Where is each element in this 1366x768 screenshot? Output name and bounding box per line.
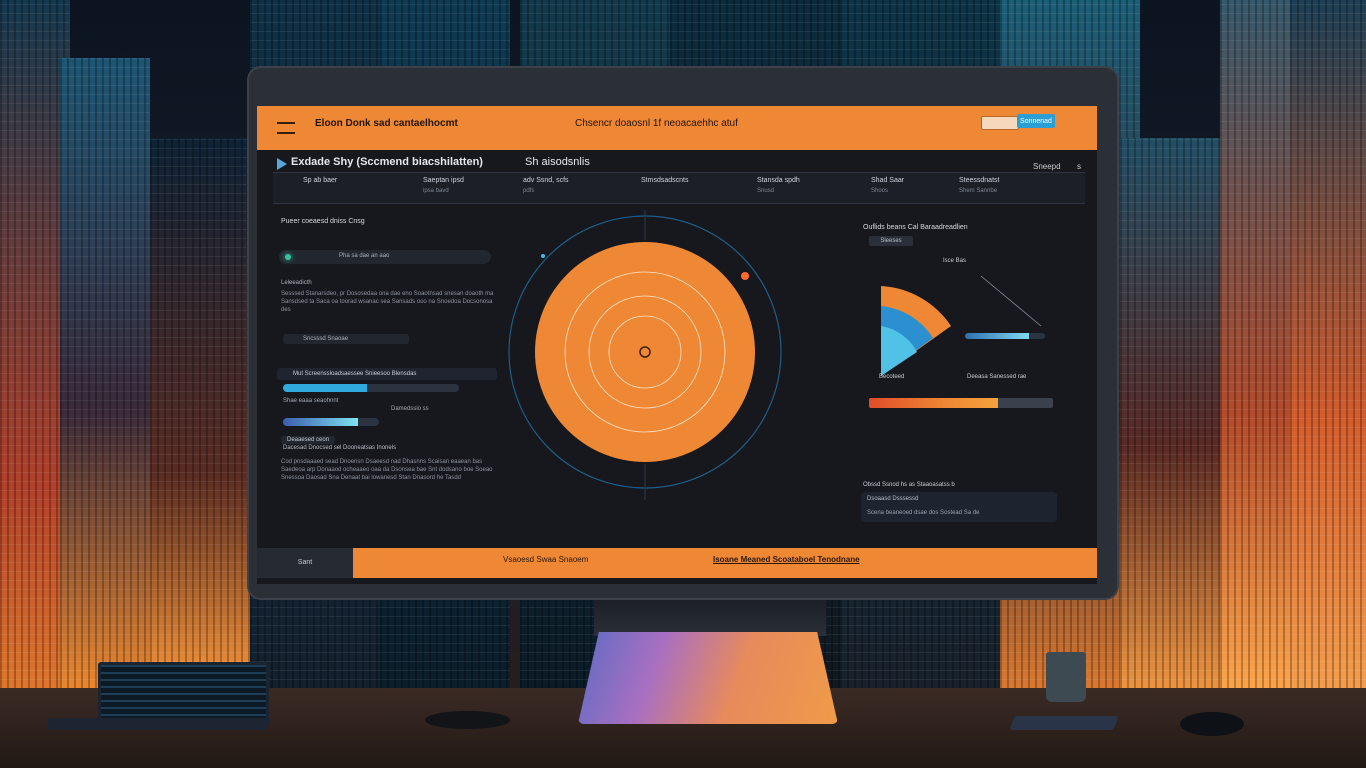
stat-label: Shem Sannbe: [959, 188, 998, 194]
info-card-line-2: Scena beaneoed dsae dos Sostead Sa de: [867, 510, 980, 516]
progress-bar-2-fill: [283, 418, 358, 426]
small-progress-bar: [965, 333, 1045, 339]
stat-value: Shad Saar: [871, 177, 905, 184]
page-title: Exdade Shy (Sccmend biacshilatten): [291, 156, 483, 168]
left-panel: Pueer coeaesd dniss Cnsg Pha sa dae an a…: [273, 218, 507, 508]
info-card: Obssd Ssnod hs as Staaoasatss b Dsoaasd …: [857, 482, 1067, 542]
section-label: Leleeadicth: [281, 280, 312, 286]
stat-value: Stmsdsadscnts: [641, 177, 689, 184]
stat-value: Sp ab baer: [303, 177, 338, 184]
small-progress-bar-fill: [965, 333, 1029, 339]
progress-caption: Shae eaaa seaohnnt: [283, 398, 339, 404]
right-panel-tag[interactable]: Sleeses: [869, 236, 913, 246]
top-bar-title: Chsencr doaosnl 1f neoacaehhc atuf: [575, 118, 738, 129]
stat-value: Saeptan ipsd: [423, 177, 464, 184]
gradient-progress-bar: [869, 398, 1053, 408]
page-header: Exdade Shy (Sccmend biacshilatten) Sh ai…: [273, 154, 1085, 204]
bottom-main-bar: Vsaoesd Swaa Snaoem Isoane Meaned Scoata…: [353, 548, 1097, 578]
stat-item[interactable]: Saeptan ipsd ipsa bavd: [423, 177, 464, 194]
stat-item[interactable]: adv Ssnd, scfs pdfs: [523, 177, 569, 194]
stat-item[interactable]: Steessdnatst Shem Sannbe: [959, 177, 999, 194]
stat-label: Shoos: [871, 188, 889, 194]
info-card-line: Dsoaasd Dsssessd: [867, 496, 919, 502]
laptop-base: [48, 718, 268, 730]
screen: Eloon Donk sad cantaelhocmt Chsencr doao…: [257, 106, 1097, 584]
stat-item[interactable]: Stansda spdh Snusd: [757, 177, 800, 194]
status-dot-icon: [285, 254, 291, 260]
bottom-bar: Sant Vsaoesd Swaa Snaoem Isoane Meaned S…: [257, 548, 1097, 584]
action-link[interactable]: Sncsssd Snaoae: [283, 334, 409, 344]
menu-icon[interactable]: [277, 122, 295, 134]
gradient-progress-bar-fill: [869, 398, 998, 408]
status-chip-label: Pha sa dae an aao: [339, 253, 390, 259]
play-icon: [277, 158, 287, 170]
stat-label: ipsa bavd: [423, 188, 449, 194]
fan-chart: [881, 275, 1042, 376]
monitor-stand-neck: [594, 596, 826, 636]
description-text: Sesssed Stanarsdeo, pr Dososedaa ona dae…: [281, 291, 494, 313]
stat-label: pdfs: [523, 188, 535, 194]
building: [150, 138, 250, 698]
laptop-screen: [98, 662, 269, 726]
chart-label: Isce Bas: [943, 258, 967, 264]
building: [1290, 0, 1366, 698]
description-text-2: Cod pnsdaaaed sead Dnoensn Dsaeesd nad D…: [281, 459, 493, 481]
glow-marker-icon: [541, 254, 545, 258]
bottom-left-button[interactable]: Sant: [257, 548, 353, 578]
stat-item[interactable]: Sp ab baer: [303, 177, 337, 188]
pointer-line: [980, 275, 1042, 327]
radar-visual: [505, 210, 785, 500]
brand-name[interactable]: Eloon Donk sad cantaelhocmt: [315, 118, 458, 129]
building: [1220, 0, 1300, 698]
section-header[interactable]: Mut Screenssloadsaessee Snieesoo Blensda…: [277, 368, 497, 380]
chart-label-left: Becoteed: [879, 374, 905, 380]
info-card-title: Obssd Ssnod hs as Staaoasatss b: [863, 482, 955, 488]
stat-value: Steessdnatst: [959, 177, 1000, 184]
stat-label: Snusd: [757, 188, 775, 194]
bottom-text: Vsaoesd Swaa Snaoem: [503, 555, 589, 564]
progress-caption-right: Damedssio ss: [391, 406, 429, 412]
stats-bar: Sp ab baer Saeptan ipsd ipsa bavd adv Ssn…: [273, 172, 1085, 204]
radar-svg: [508, 210, 782, 500]
progress-bar-fill: [283, 384, 368, 392]
orange-disc: [535, 242, 755, 462]
stat-item[interactable]: Stmsdsadscnts: [641, 177, 688, 188]
progress-bar: [283, 384, 459, 392]
desk-puck: [425, 711, 510, 729]
stat-value: adv Ssnd, scfs: [523, 177, 569, 184]
search-input[interactable]: [981, 116, 1019, 130]
monitor-stand-foot: [578, 632, 838, 724]
subsection-label: Deaaesed ceon: [281, 436, 336, 444]
primary-button[interactable]: Sonnenad: [1017, 114, 1055, 128]
right-panel: Ouflids beans Cal Baraadreadlien Sleeses…: [841, 206, 1091, 506]
progress-bar-2: [283, 418, 379, 426]
mouse: [1180, 712, 1244, 736]
building: [1120, 138, 1230, 698]
glow-marker-icon: [741, 272, 749, 280]
left-panel-title: Pueer coeaesd dniss Cnsg: [281, 218, 365, 225]
mug: [1046, 652, 1086, 702]
header-right-label-2[interactable]: s: [1077, 162, 1081, 171]
right-panel-title: Ouflids beans Cal Baraadreadlien: [863, 224, 968, 231]
bottom-link[interactable]: Isoane Meaned Scoataboel Tenodnane: [713, 555, 860, 564]
building: [60, 58, 150, 698]
stat-value: Stansda spdh: [757, 177, 800, 184]
monitor: Eloon Donk sad cantaelhocmt Chsencr doao…: [249, 68, 1117, 598]
phone: [1009, 716, 1119, 730]
top-bar: Eloon Donk sad cantaelhocmt Chsencr doao…: [257, 106, 1097, 150]
header-right-label[interactable]: Sneepd: [1033, 162, 1061, 171]
page-subtitle: Sh aisodsnlis: [525, 156, 590, 168]
stat-item[interactable]: Shad Saar Shoos: [871, 177, 904, 194]
chart-label-right: Deeasa Sanessed rae: [967, 374, 1027, 380]
info-row: Dacesad Dnocsed sel Dooneatsas Inonels: [283, 445, 397, 451]
status-chip[interactable]: Pha sa dae an aao: [279, 250, 491, 264]
laptop: [48, 662, 269, 732]
